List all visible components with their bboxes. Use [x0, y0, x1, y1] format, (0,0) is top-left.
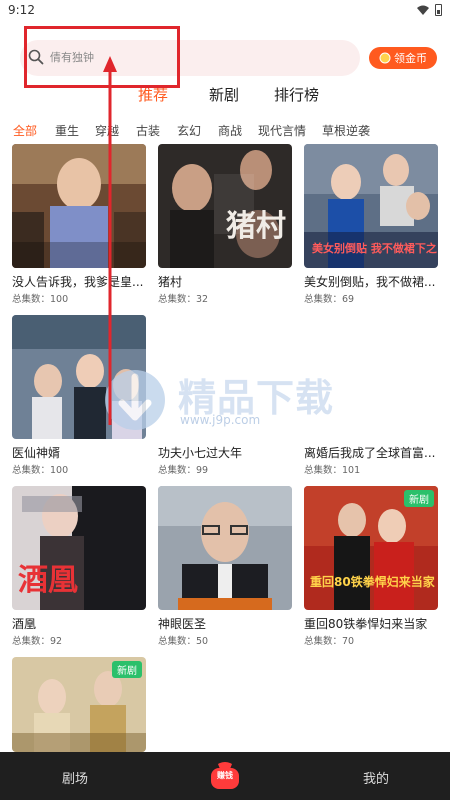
drama-poster[interactable] — [12, 144, 146, 268]
drama-title: 功夫小七过大年 — [158, 446, 243, 460]
drama-title: 猪村 — [158, 275, 183, 289]
episode-count: 总集数：99 — [158, 465, 209, 476]
episode-count: 总集数：100 — [12, 465, 69, 476]
poster-title-text: 美女别倒贴 我不做裙下之臣 — [312, 241, 438, 255]
episode-count: 总集数：101 — [304, 465, 361, 476]
drama-title: 美女别倒贴，我不做裙... — [304, 275, 436, 289]
drama-title: 重回80铁拳悍妇来当家 — [304, 617, 428, 631]
nav-earn-button[interactable]: 赚钱 — [208, 760, 242, 790]
annotation-highlight-box — [24, 26, 180, 88]
episode-count: 总集数：32 — [158, 294, 209, 305]
watermark-logo — [105, 370, 165, 430]
poster-title-text: 酒凰 — [18, 563, 78, 598]
drama-title: 医仙神婿 — [12, 446, 61, 460]
episode-count: 总集数：69 — [304, 294, 355, 305]
drama-poster[interactable]: 酒凰 — [12, 486, 146, 610]
drama-title: 没人告诉我，我爹是皇... — [12, 275, 144, 289]
earn-label: 赚钱 — [217, 771, 233, 780]
drama-poster[interactable]: 新剧 — [12, 657, 146, 752]
new-drama-badge: 新剧 — [112, 661, 142, 678]
drama-poster[interactable]: 美女别倒贴 我不做裙下之臣 — [304, 144, 438, 268]
episode-count: 总集数：50 — [158, 636, 209, 647]
episode-count: 总集数：70 — [304, 636, 355, 647]
drama-title: 神眼医圣 — [158, 617, 207, 631]
poster-title-text: 猪村 — [226, 209, 286, 244]
drama-title: 酒凰 — [12, 617, 37, 631]
drama-poster[interactable] — [158, 486, 292, 610]
nav-mine[interactable]: 我的 — [363, 768, 389, 787]
nav-theater[interactable]: 剧场 — [62, 768, 88, 787]
episode-count: 总集数：92 — [12, 636, 63, 647]
drama-poster[interactable]: 猪村 — [158, 144, 292, 268]
drama-poster[interactable]: 重回80铁拳悍妇来当家 新剧 — [304, 486, 438, 610]
drama-title: 离婚后我成了全球首富... — [304, 446, 436, 460]
watermark: 精品下载 www.j9p.com — [100, 365, 360, 435]
episode-count: 总集数：100 — [12, 294, 69, 305]
watermark-url: www.j9p.com — [180, 413, 261, 427]
new-drama-badge: 新剧 — [404, 490, 434, 507]
poster-title-text: 重回80铁拳悍妇来当家 — [310, 574, 436, 589]
